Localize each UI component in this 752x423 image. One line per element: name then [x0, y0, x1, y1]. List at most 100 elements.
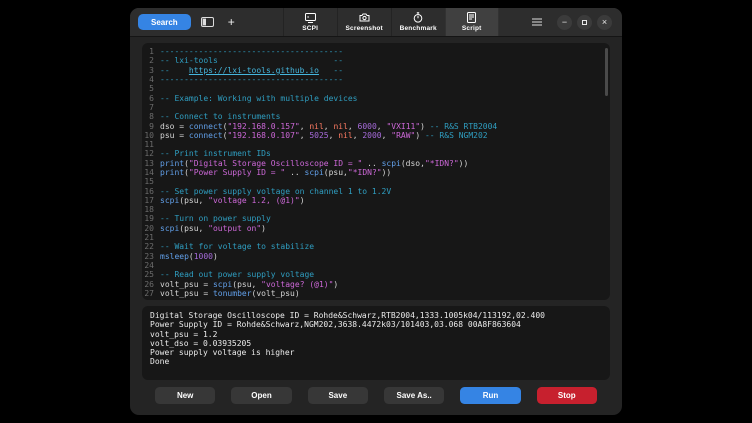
- code-line: 19-- Turn on power supply: [142, 214, 610, 223]
- tab-bar: SCPI Screenshot Benchmark Script: [283, 8, 499, 36]
- line-number: 5: [142, 84, 160, 93]
- code-text: dso = connect("192.168.0.157", nil, nil,…: [160, 122, 497, 131]
- run-button[interactable]: Run: [460, 387, 520, 404]
- code-text: msleep(1000): [160, 252, 218, 261]
- line-number: 7: [142, 103, 160, 112]
- desktop-background: { "colors": { "accent": "#3584e4", "dest…: [0, 0, 752, 423]
- tab-label: SCPI: [302, 25, 318, 32]
- lxi-tools-window: Search + SCPI Screenshot Benchmark Script −…: [130, 8, 622, 415]
- line-number: 8: [142, 112, 160, 121]
- save-button[interactable]: Save: [308, 387, 368, 404]
- tab-label: Screenshot: [346, 25, 383, 32]
- code-line: 9dso = connect("192.168.0.157", nil, nil…: [142, 121, 610, 130]
- output-console: Digital Storage Oscilloscope ID = Rohde&…: [142, 306, 610, 380]
- line-number: 9: [142, 122, 160, 131]
- titlebar: Search + SCPI Screenshot Benchmark Script −…: [130, 8, 622, 37]
- console-line: Digital Storage Oscilloscope ID = Rohde&…: [150, 311, 602, 320]
- code-text: -- https://lxi-tools.github.io --: [160, 66, 343, 75]
- script-editor[interactable]: 1--------------------------------------2…: [142, 43, 610, 300]
- code-text: print("Digital Storage Oscilloscope ID =…: [160, 159, 468, 168]
- code-line: 25-- Read out power supply voltage: [142, 270, 610, 279]
- code-text: scpi(psu, "output on"): [160, 224, 266, 233]
- new-button[interactable]: New: [155, 387, 215, 404]
- tab-benchmark[interactable]: Benchmark: [391, 8, 445, 36]
- code-line: 4--------------------------------------: [142, 75, 610, 84]
- code-line: 12-- Print instrument IDs: [142, 149, 610, 158]
- titlebar-right-group: − ×: [530, 8, 612, 36]
- line-number: 23: [142, 252, 160, 261]
- console-line: Power supply voltage is higher: [150, 348, 602, 357]
- menu-icon[interactable]: [530, 18, 544, 26]
- script-page: 1--------------------------------------2…: [130, 37, 622, 414]
- code-text: --------------------------------------: [160, 75, 343, 84]
- line-number: 14: [142, 168, 160, 177]
- code-text: -- Set power supply voltage on channel 1…: [160, 187, 391, 196]
- line-number: 1: [142, 47, 160, 56]
- editor-scrollbar[interactable]: [605, 48, 608, 96]
- line-number: 11: [142, 140, 160, 149]
- tab-screenshot[interactable]: Screenshot: [337, 8, 391, 36]
- code-line: 17scpi(psu, "voltage 1.2, (@1)"): [142, 196, 610, 205]
- line-number: 2: [142, 56, 160, 65]
- editor-lines: 1--------------------------------------2…: [142, 47, 610, 298]
- code-line: 6-- Example: Working with multiple devic…: [142, 93, 610, 102]
- save-as-button[interactable]: Save As..: [384, 387, 444, 404]
- code-line: 16-- Set power supply voltage on channel…: [142, 186, 610, 195]
- code-line: 1--------------------------------------: [142, 47, 610, 56]
- script-icon: [467, 12, 476, 23]
- code-line: 3-- https://lxi-tools.github.io --: [142, 66, 610, 75]
- code-line: 20scpi(psu, "output on"): [142, 224, 610, 233]
- line-number: 12: [142, 149, 160, 158]
- action-bar: New Open Save Save As.. Run Stop: [142, 387, 610, 404]
- line-number: 21: [142, 233, 160, 242]
- stopwatch-icon: [413, 12, 423, 23]
- tab-script[interactable]: Script: [445, 8, 499, 36]
- console-line: volt_dso = 0.03935205: [150, 339, 602, 348]
- code-text: -- Read out power supply voltage: [160, 270, 314, 279]
- sidebar-toggle-icon[interactable]: [199, 17, 216, 27]
- code-text: psu = connect("192.168.0.107", 5025, nil…: [160, 131, 488, 140]
- code-line: 24: [142, 261, 610, 270]
- line-number: 3: [142, 66, 160, 75]
- minimize-button[interactable]: −: [557, 15, 572, 30]
- stop-button[interactable]: Stop: [537, 387, 597, 404]
- terminal-icon: [305, 12, 316, 23]
- code-line: 10psu = connect("192.168.0.107", 5025, n…: [142, 131, 610, 140]
- code-text: -- Turn on power supply: [160, 214, 271, 223]
- maximize-button[interactable]: [577, 15, 592, 30]
- code-line: 26volt_psu = scpi(psu, "voltage? (@1)"): [142, 279, 610, 288]
- code-line: 2-- lxi-tools --: [142, 56, 610, 65]
- camera-icon: [359, 12, 370, 23]
- open-button[interactable]: Open: [231, 387, 291, 404]
- add-instrument-button[interactable]: +: [224, 16, 239, 28]
- console-lines: Digital Storage Oscilloscope ID = Rohde&…: [150, 311, 602, 366]
- code-line: 13print("Digital Storage Oscilloscope ID…: [142, 159, 610, 168]
- line-number: 20: [142, 224, 160, 233]
- code-text: volt_psu = tonumber(volt_psu): [160, 289, 300, 298]
- tab-label: Script: [462, 25, 482, 32]
- code-line: 15: [142, 177, 610, 186]
- code-text: -- lxi-tools --: [160, 56, 343, 65]
- close-button[interactable]: ×: [597, 15, 612, 30]
- code-line: 18: [142, 205, 610, 214]
- line-number: 15: [142, 177, 160, 186]
- code-text: volt_psu = scpi(psu, "voltage? (@1)"): [160, 280, 338, 289]
- code-line: 8-- Connect to instruments: [142, 112, 610, 121]
- console-line: Power Supply ID = Rohde&Schwarz,NGM202,3…: [150, 320, 602, 329]
- titlebar-left-group: Search +: [138, 8, 239, 36]
- code-line: 27volt_psu = tonumber(volt_psu): [142, 289, 610, 298]
- search-button[interactable]: Search: [138, 14, 191, 30]
- line-number: 17: [142, 196, 160, 205]
- code-text: --------------------------------------: [160, 47, 343, 56]
- code-text: -- Example: Working with multiple device…: [160, 94, 357, 103]
- code-text: -- Connect to instruments: [160, 112, 280, 121]
- code-line: 22-- Wait for voltage to stabilize: [142, 242, 610, 251]
- line-number: 24: [142, 261, 160, 270]
- line-number: 18: [142, 205, 160, 214]
- line-number: 25: [142, 270, 160, 279]
- line-number: 22: [142, 242, 160, 251]
- code-text: -- Print instrument IDs: [160, 149, 271, 158]
- tab-scpi[interactable]: SCPI: [283, 8, 337, 36]
- line-number: 27: [142, 289, 160, 298]
- code-line: 7: [142, 103, 610, 112]
